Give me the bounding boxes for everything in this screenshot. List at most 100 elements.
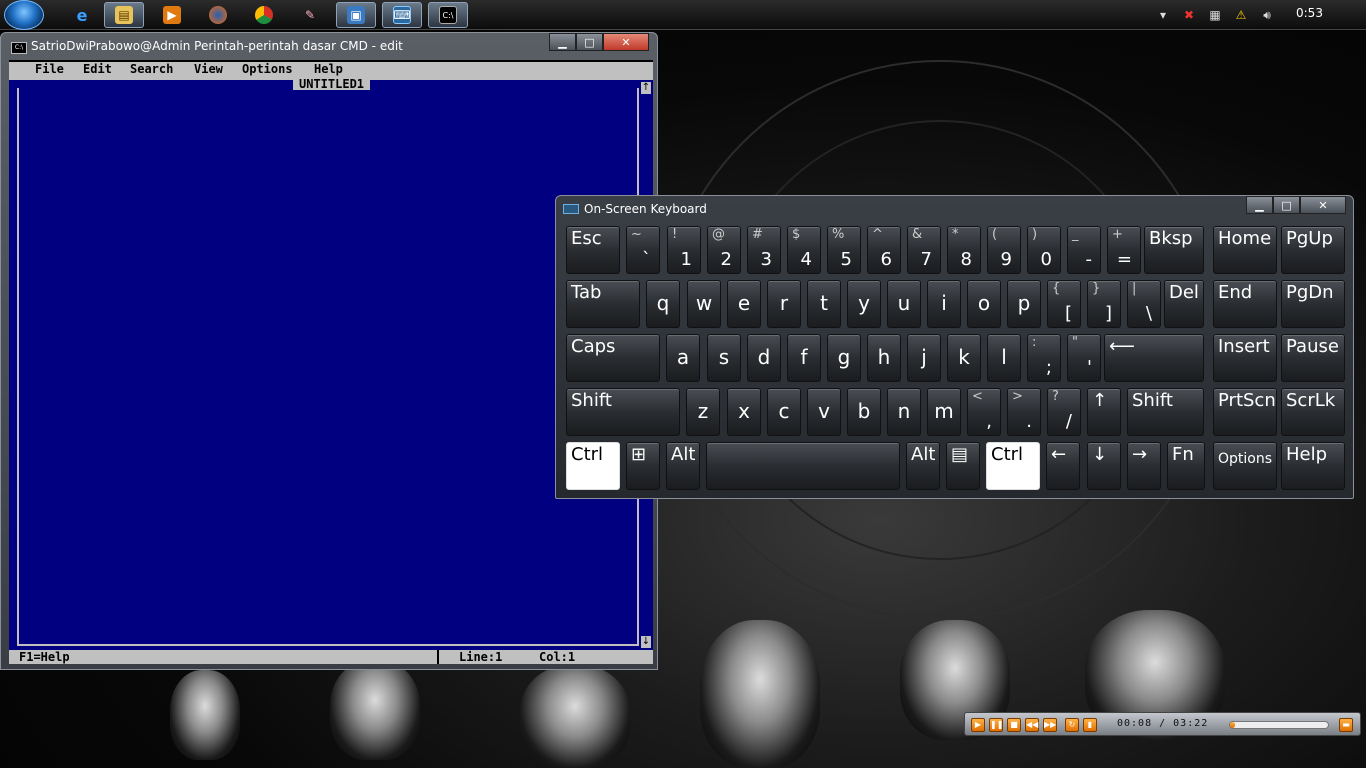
minimize-button[interactable]: ▁ xyxy=(549,33,576,51)
key-b[interactable]: b xyxy=(847,388,881,436)
osk-close-button[interactable]: ✕ xyxy=(1300,196,1346,214)
key-c[interactable]: c xyxy=(767,388,801,436)
key-left-arrow[interactable]: ← xyxy=(1046,442,1080,490)
key-options[interactable]: Options xyxy=(1213,442,1277,490)
key-pgdn[interactable]: PgDn xyxy=(1281,280,1345,328)
network-error-icon[interactable]: ✖ xyxy=(1181,7,1197,23)
key-m[interactable]: m xyxy=(927,388,961,436)
taskbar-remote-desktop[interactable]: ▣ xyxy=(336,2,376,28)
key-pgup[interactable]: PgUp xyxy=(1281,226,1345,274)
key-tab[interactable]: Tab xyxy=(566,280,640,328)
key-z[interactable]: z xyxy=(686,388,720,436)
close-button[interactable]: ✕ xyxy=(603,33,649,51)
taskbar-clock[interactable]: 0:53 xyxy=(1296,6,1323,20)
key-symbol-row3-10[interactable]: :; xyxy=(1027,334,1061,382)
key-o[interactable]: o xyxy=(967,280,1001,328)
key-home[interactable]: Home xyxy=(1213,226,1277,274)
taskbar-paint[interactable]: ✎ xyxy=(290,2,330,28)
key-enter[interactable]: ⟵ xyxy=(1104,334,1204,382)
key-3[interactable]: #3 xyxy=(747,226,781,274)
key-u[interactable]: u xyxy=(887,280,921,328)
osk-maximize-button[interactable]: □ xyxy=(1273,196,1300,214)
key-symbol-row1-1[interactable]: ~ ` xyxy=(626,226,660,274)
key-0[interactable]: ) 0 xyxy=(1027,226,1061,274)
key-symbol-row2-13[interactable]: | \ xyxy=(1127,280,1161,328)
taskbar-chrome[interactable]: ◉ xyxy=(244,2,284,28)
key-p[interactable]: p xyxy=(1007,280,1041,328)
key-menu[interactable]: ▤ xyxy=(946,442,980,490)
key-r[interactable]: r xyxy=(767,280,801,328)
key-windows[interactable]: ⊞ xyxy=(626,442,660,490)
key-alt[interactable]: Alt xyxy=(666,442,700,490)
key-shift[interactable]: Shift xyxy=(566,388,680,436)
fast-forward-icon[interactable]: ▶▶ xyxy=(1043,718,1057,732)
menu-edit[interactable]: Edit xyxy=(83,62,112,76)
key-7[interactable]: & 7 xyxy=(907,226,941,274)
key-i[interactable]: i xyxy=(927,280,961,328)
key-y[interactable]: y xyxy=(847,280,881,328)
key-l[interactable]: l xyxy=(987,334,1021,382)
key-h[interactable]: h xyxy=(867,334,901,382)
key-ctrl[interactable]: Ctrl xyxy=(986,442,1040,490)
key-symbol-row2-12[interactable]: }] xyxy=(1087,280,1121,328)
document-text-area[interactable]: UNTITLED1 xyxy=(17,78,639,646)
volume-slider[interactable] xyxy=(1229,721,1329,729)
key-symbol-row4-8[interactable]: <, xyxy=(967,388,1001,436)
key-g[interactable]: g xyxy=(827,334,861,382)
key-caps[interactable]: Caps xyxy=(566,334,660,382)
key-d[interactable]: d xyxy=(747,334,781,382)
key-symbol-row2-11[interactable]: {[ xyxy=(1047,280,1081,328)
key-8[interactable]: * 8 xyxy=(947,226,981,274)
action-center-warning-icon[interactable]: ⚠ xyxy=(1233,7,1249,23)
repeat-icon[interactable]: ↻ xyxy=(1065,718,1079,732)
taskbar-command-prompt[interactable]: C:\ xyxy=(428,2,468,28)
key-symbol-row3-11[interactable]: " ' xyxy=(1067,334,1101,382)
key-down-arrow[interactable]: ↓ xyxy=(1087,442,1121,490)
key-del[interactable]: Del xyxy=(1164,280,1204,328)
key-fn[interactable]: Fn xyxy=(1167,442,1205,490)
key-x[interactable]: x xyxy=(727,388,761,436)
taskbar-on-screen-keyboard[interactable]: ⌨ xyxy=(382,2,422,28)
show-hidden-icons-icon[interactable]: ▾ xyxy=(1155,7,1171,23)
key-alt[interactable]: Alt xyxy=(906,442,940,490)
key-q[interactable]: q xyxy=(646,280,680,328)
key-n[interactable]: n xyxy=(887,388,921,436)
play-icon[interactable]: ▶ xyxy=(971,718,985,732)
key-v[interactable]: v xyxy=(807,388,841,436)
rewind-icon[interactable]: ◀◀ xyxy=(1025,718,1039,732)
menu-search[interactable]: Search xyxy=(130,62,173,76)
key-space[interactable] xyxy=(706,442,900,490)
key-s[interactable]: s xyxy=(707,334,741,382)
key-right-arrow[interactable]: → xyxy=(1127,442,1161,490)
start-button[interactable] xyxy=(4,0,44,30)
key-2[interactable]: @2 xyxy=(707,226,741,274)
menu-help[interactable]: Help xyxy=(314,62,343,76)
key-j[interactable]: j xyxy=(907,334,941,382)
key-symbol-row1-12[interactable]: _ - xyxy=(1067,226,1101,274)
minimize-player-icon[interactable]: ▬ xyxy=(1339,718,1353,732)
key-a[interactable]: a xyxy=(666,334,700,382)
key-up-arrow[interactable]: ↑ xyxy=(1087,388,1121,436)
key-help[interactable]: Help xyxy=(1281,442,1345,490)
key-6[interactable]: ^ 6 xyxy=(867,226,901,274)
key-symbol-row1-13[interactable]: + = xyxy=(1107,226,1141,274)
menu-file[interactable]: File xyxy=(35,62,64,76)
key-f[interactable]: f xyxy=(787,334,821,382)
key-prtscn[interactable]: PrtScn xyxy=(1213,388,1277,436)
usb-device-icon[interactable]: ▦ xyxy=(1207,7,1223,23)
pause-icon[interactable]: ❚❚ xyxy=(989,718,1003,732)
key-w[interactable]: w xyxy=(687,280,721,328)
key-1[interactable]: ! 1 xyxy=(667,226,701,274)
key-5[interactable]: % 5 xyxy=(827,226,861,274)
key-end[interactable]: End xyxy=(1213,280,1277,328)
equalizer-icon[interactable]: ▮ xyxy=(1083,718,1097,732)
key-t[interactable]: t xyxy=(807,280,841,328)
key-shift[interactable]: Shift xyxy=(1127,388,1204,436)
scroll-up-arrow[interactable]: ↑ xyxy=(641,82,651,94)
key-insert[interactable]: Insert xyxy=(1213,334,1277,382)
key-pause[interactable]: Pause xyxy=(1281,334,1345,382)
key-symbol-row4-9[interactable]: >. xyxy=(1007,388,1041,436)
maximize-button[interactable]: □ xyxy=(576,33,603,51)
taskbar-firefox[interactable]: ● xyxy=(198,2,238,28)
taskbar-internet-explorer[interactable]: e xyxy=(62,2,102,28)
